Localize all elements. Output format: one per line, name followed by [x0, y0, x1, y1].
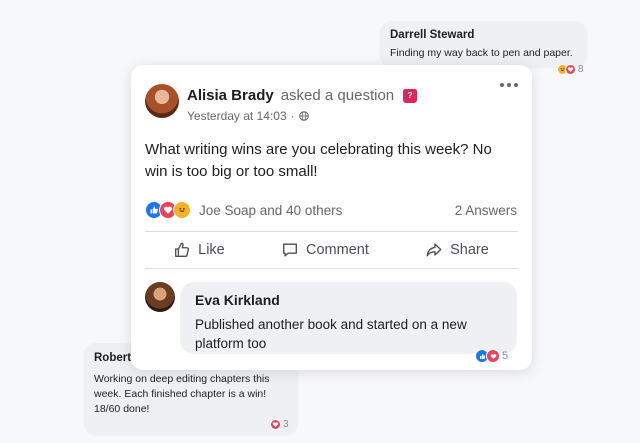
comment-text: Finding my way back to pen and paper.	[390, 47, 573, 59]
divider	[145, 268, 518, 269]
love-icon	[565, 64, 576, 75]
question-icon: ?	[403, 88, 418, 103]
comment-author-name: Darrell Steward	[390, 29, 475, 41]
comment-author-name: Robert	[94, 352, 132, 364]
love-icon	[270, 419, 281, 430]
reaction-icons[interactable]	[145, 201, 191, 219]
comment-text: Working on deep editing chapters this we…	[94, 373, 270, 415]
reactions-summary-text[interactable]: Joe Soap and 40 others	[199, 203, 342, 218]
answers-count-link[interactable]: 2 Answers	[455, 203, 517, 218]
post-action-label: asked a question	[280, 87, 395, 104]
post-meta: Yesterday at 14:03 ·	[187, 109, 309, 123]
reply-author-name[interactable]: Eva Kirkland	[195, 292, 280, 308]
share-arrow-icon	[426, 243, 442, 257]
like-button[interactable]: Like	[173, 241, 225, 259]
background-comment-darrell: Darrell Steward Finding my way back to p…	[380, 21, 587, 67]
reactions-summary-row: Joe Soap and 40 others 2 Answers	[145, 199, 517, 221]
dot-icon	[514, 83, 518, 87]
share-button[interactable]: Share	[425, 241, 489, 259]
dot-icon	[500, 83, 504, 87]
author-name[interactable]: Alisia Brady	[187, 87, 274, 104]
reaction-count: 5	[502, 350, 509, 362]
reply-comment-bubble: Eva Kirkland Published another book and …	[180, 282, 517, 354]
post-actions-bar: Like Comment Share	[145, 233, 517, 267]
reaction-count: 3	[283, 419, 289, 430]
more-options-button[interactable]	[500, 81, 518, 89]
haha-icon	[173, 201, 191, 219]
post-timestamp[interactable]: Yesterday at 14:03	[187, 109, 287, 123]
comment-label: Comment	[306, 242, 369, 258]
comment-button[interactable]: Comment	[281, 241, 369, 259]
love-icon	[486, 349, 500, 363]
globe-icon	[298, 111, 309, 121]
author-avatar[interactable]	[145, 84, 179, 118]
reply-author-avatar[interactable]	[145, 282, 175, 312]
post-body-text: What writing wins are you celebrating th…	[145, 141, 492, 180]
like-label: Like	[198, 242, 225, 258]
background-comment-darrell-reactions[interactable]: 8	[557, 64, 584, 75]
post-header: Alisia Brady asked a question ?	[187, 87, 418, 104]
reply-reactions[interactable]: 5	[475, 349, 508, 363]
reaction-count: 8	[578, 64, 584, 75]
reply-text: Published another book and started on a …	[195, 317, 467, 351]
svg-text:?: ?	[408, 90, 413, 100]
divider	[145, 231, 518, 232]
thumbs-up-icon	[175, 242, 190, 257]
background-comment-robert-reactions[interactable]: 3	[270, 419, 289, 430]
question-post-card: Alisia Brady asked a question ? Yesterda…	[131, 65, 532, 370]
dot-icon	[507, 83, 511, 87]
share-label: Share	[450, 242, 489, 258]
comment-bubble-icon	[283, 243, 297, 257]
meta-separator: ·	[290, 109, 295, 123]
